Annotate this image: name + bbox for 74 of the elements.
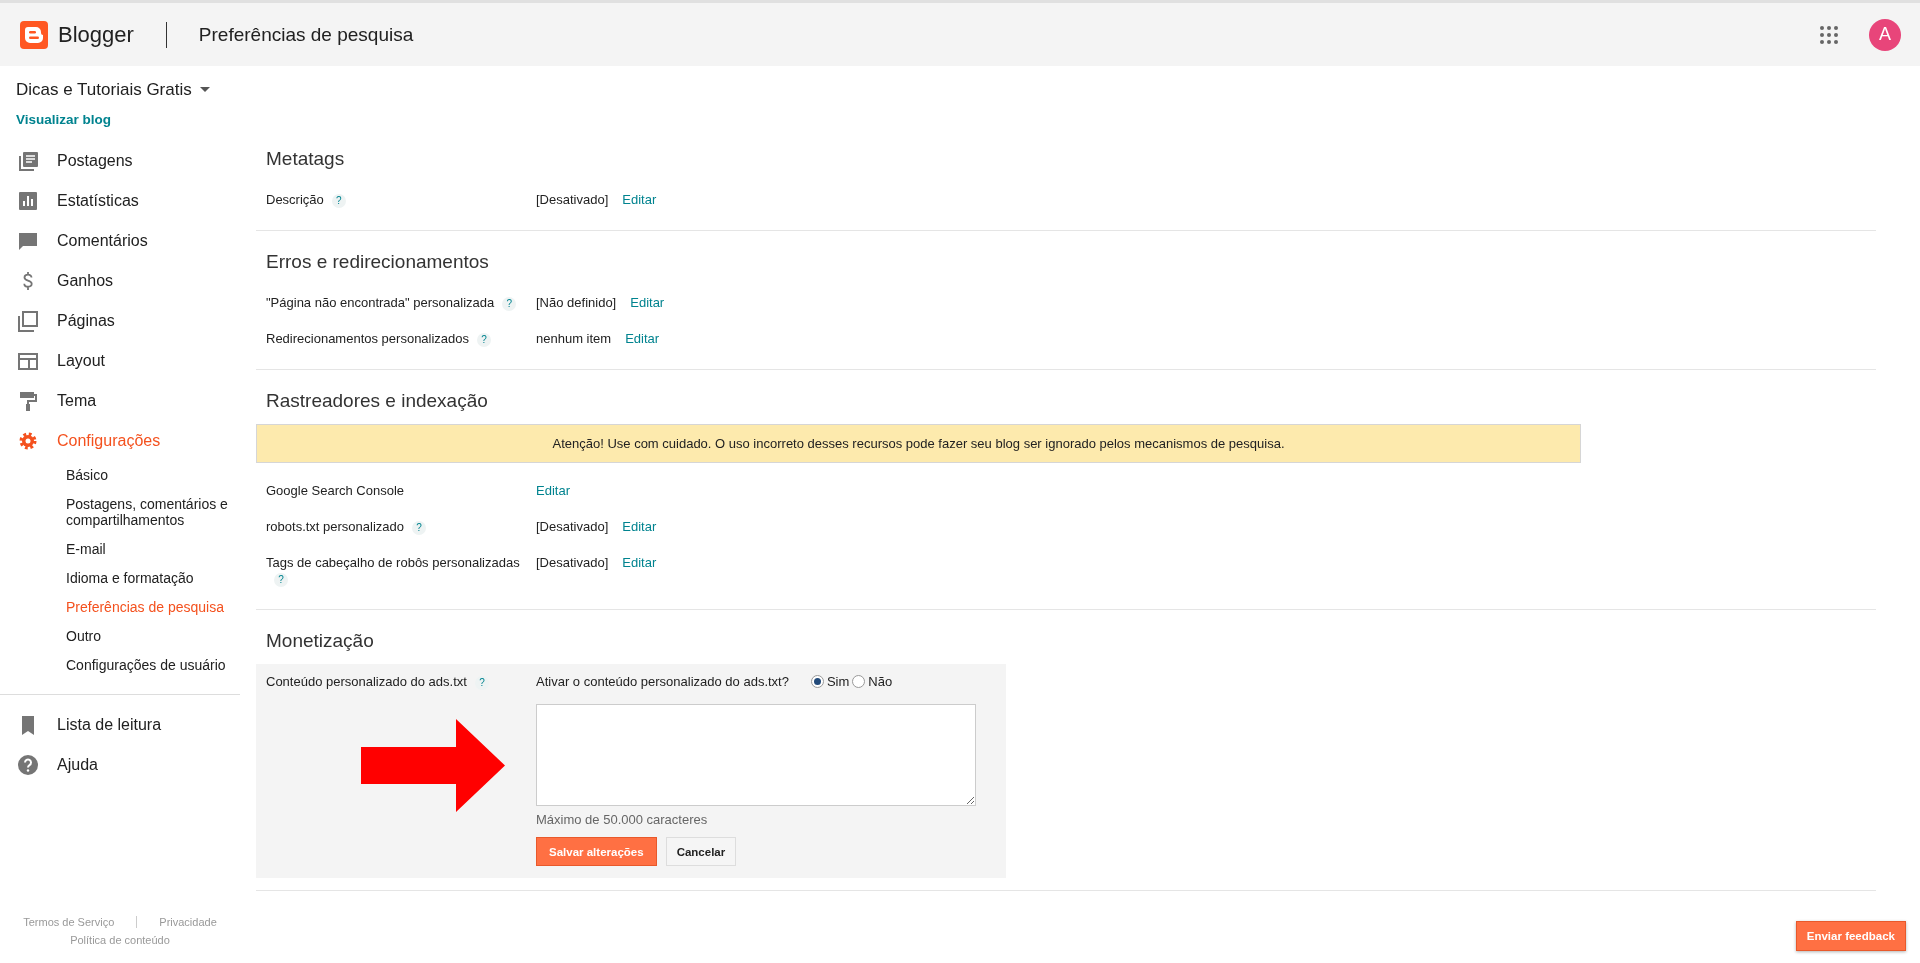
- section-heading: Monetização: [265, 630, 375, 652]
- sidebar-item[interactable]: Configurações: [0, 421, 240, 461]
- setting-label: Tags de cabeçalho de robôs personalizadas: [266, 555, 520, 570]
- section-heading: Metatags: [265, 148, 346, 170]
- sidebar-item[interactable]: Comentários: [0, 221, 240, 261]
- sidebar-item[interactable]: Postagens: [0, 141, 240, 181]
- setting-label: Redirecionamentos personalizados: [266, 331, 470, 346]
- blogger-logo-icon: [20, 20, 48, 49]
- sidebar-subitem[interactable]: Básico: [0, 463, 240, 487]
- settings-icon: [17, 430, 39, 452]
- footer-link[interactable]: Política de conteúdo: [70, 931, 170, 949]
- setting-value: [Não definido]: [536, 295, 617, 310]
- logo-text: Blogger: [58, 21, 134, 48]
- save-button[interactable]: Salvar alterações: [536, 837, 657, 866]
- bar-chart-icon: [17, 190, 39, 212]
- setting-label: Conteúdo personalizado do ads.txt: [266, 674, 467, 689]
- layout-icon: [17, 350, 39, 372]
- posts-icon: [17, 150, 39, 172]
- setting-label: "Página não encontrada" personalizada: [266, 295, 495, 310]
- setting-label: robots.txt personalizado: [266, 519, 405, 534]
- view-blog-link[interactable]: Visualizar blog: [0, 100, 112, 141]
- help-link[interactable]: ?: [274, 572, 288, 587]
- help-icon: [17, 754, 39, 776]
- radio-label: Sim: [826, 674, 850, 689]
- sidebar-subitem[interactable]: Postagens, comentários e compartilhamentos: [0, 492, 240, 532]
- footer-link[interactable]: Privacidade: [159, 913, 217, 931]
- avatar[interactable]: A: [1869, 18, 1901, 51]
- help-link[interactable]: ?: [412, 520, 427, 535]
- sidebar-subitem[interactable]: Outro: [0, 624, 240, 648]
- sidebar-item[interactable]: Páginas: [0, 301, 240, 341]
- sidebar-subitem[interactable]: Configurações de usuário: [0, 653, 240, 677]
- setting-value: [Desativado]: [536, 519, 609, 534]
- sidebar-item[interactable]: Layout: [0, 341, 240, 381]
- radio-label: Não: [868, 674, 893, 689]
- sidebar-item[interactable]: Estatísticas: [0, 181, 240, 221]
- edit-link[interactable]: Editar: [625, 331, 660, 346]
- edit-link[interactable]: Editar: [622, 555, 657, 570]
- caret-icon: [199, 87, 210, 93]
- setting-label: Google Search Console: [266, 483, 405, 498]
- help-link[interactable]: ?: [474, 675, 489, 690]
- sidebar-subitem[interactable]: E-mail: [0, 537, 240, 561]
- comment-icon: [17, 230, 39, 252]
- page-title: Preferências de pesquisa: [198, 23, 414, 46]
- edit-link[interactable]: Editar: [536, 483, 570, 498]
- radio-button[interactable]: [852, 675, 866, 688]
- edit-link[interactable]: Editar: [630, 295, 665, 310]
- footer-link[interactable]: Termos de Serviço: [23, 913, 115, 931]
- section-heading: Rastreadores e indexação: [265, 390, 489, 412]
- setting-value: nenhum item: [536, 331, 612, 346]
- sidebar-item[interactable]: Ganhos: [0, 261, 240, 301]
- edit-link[interactable]: Editar: [622, 519, 657, 534]
- paint-roller-icon: [17, 390, 39, 412]
- setting-label: Descrição: [266, 192, 324, 207]
- section-heading: Erros e redirecionamentos: [265, 251, 490, 273]
- sidebar-item[interactable]: Lista de leitura: [0, 705, 240, 745]
- setting-value: [Desativado]: [536, 192, 609, 207]
- radio-button[interactable]: [810, 675, 824, 688]
- help-link[interactable]: ?: [477, 332, 492, 347]
- blog-selector[interactable]: Dicas e Tutoriais Gratis: [0, 66, 240, 100]
- cancel-button[interactable]: Cancelar: [665, 837, 737, 866]
- apps-grid-icon[interactable]: [1819, 24, 1839, 45]
- hint-text: Máximo de 50.000 caracteres: [536, 812, 709, 827]
- edit-link[interactable]: Editar: [622, 192, 657, 207]
- sidebar-item[interactable]: Tema: [0, 381, 240, 421]
- question-text: Ativar o conteúdo personalizado do ads.txt?: [536, 674, 789, 689]
- sidebar-subitem[interactable]: Idioma e formatação: [0, 566, 240, 590]
- sidebar-subitem[interactable]: Preferências de pesquisa: [0, 595, 240, 619]
- feedback-button[interactable]: Enviar feedback: [1795, 921, 1906, 951]
- sidebar-item[interactable]: Ajuda: [0, 745, 240, 785]
- help-link[interactable]: ?: [502, 296, 517, 311]
- setting-value: [Desativado]: [536, 555, 609, 570]
- pages-icon: [17, 310, 39, 332]
- warning-banner: Atenção! Use com cuidado. O uso incorreto desses recursos pode fazer seu blog ser ignorado pelos mecanismos de pesquisa.: [256, 424, 1581, 463]
- help-link[interactable]: ?: [331, 193, 346, 208]
